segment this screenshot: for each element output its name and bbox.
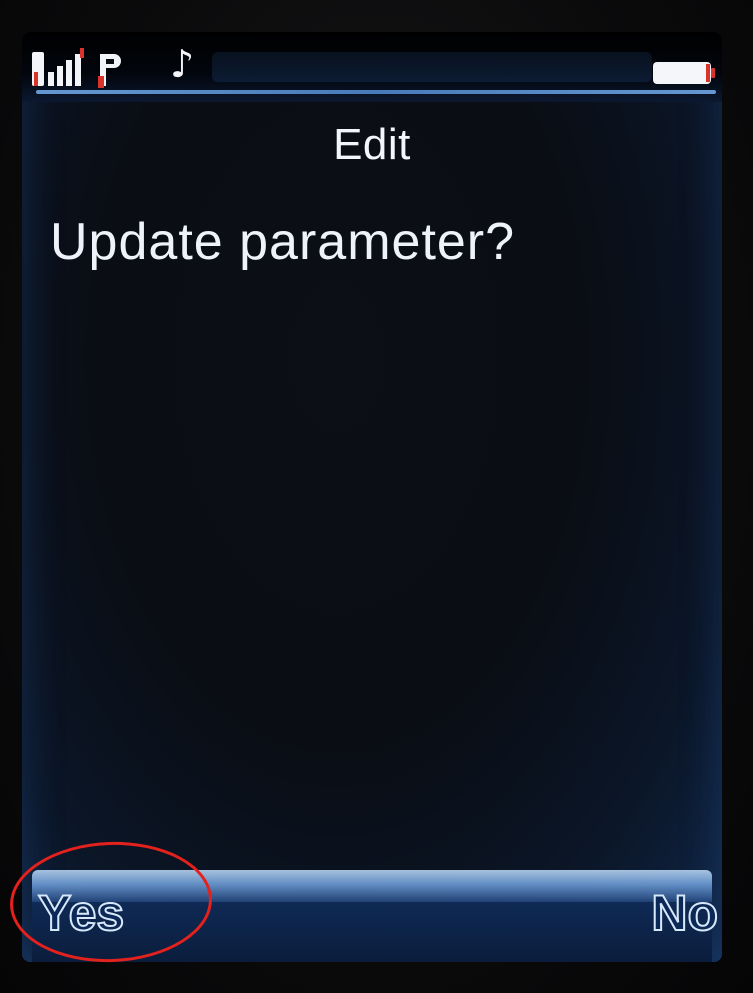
status-bar: ♪ <box>22 32 722 102</box>
softkey-bar: Yes No <box>22 862 722 962</box>
screen-title: Edit <box>333 120 411 169</box>
status-divider <box>36 90 716 94</box>
signal-strength-icon <box>32 48 84 86</box>
yes-softkey[interactable]: Yes <box>37 884 125 942</box>
music-note-icon: ♪ <box>170 42 195 86</box>
phone-screen: ♪ Edit Update parameter? Yes No <box>22 32 722 962</box>
gprs-icon <box>98 54 121 88</box>
no-softkey[interactable]: No <box>650 884 719 942</box>
confirmation-message: Update parameter? <box>50 213 516 271</box>
softkey-shade <box>32 902 712 962</box>
status-track <box>212 52 652 82</box>
battery-icon <box>653 62 715 84</box>
